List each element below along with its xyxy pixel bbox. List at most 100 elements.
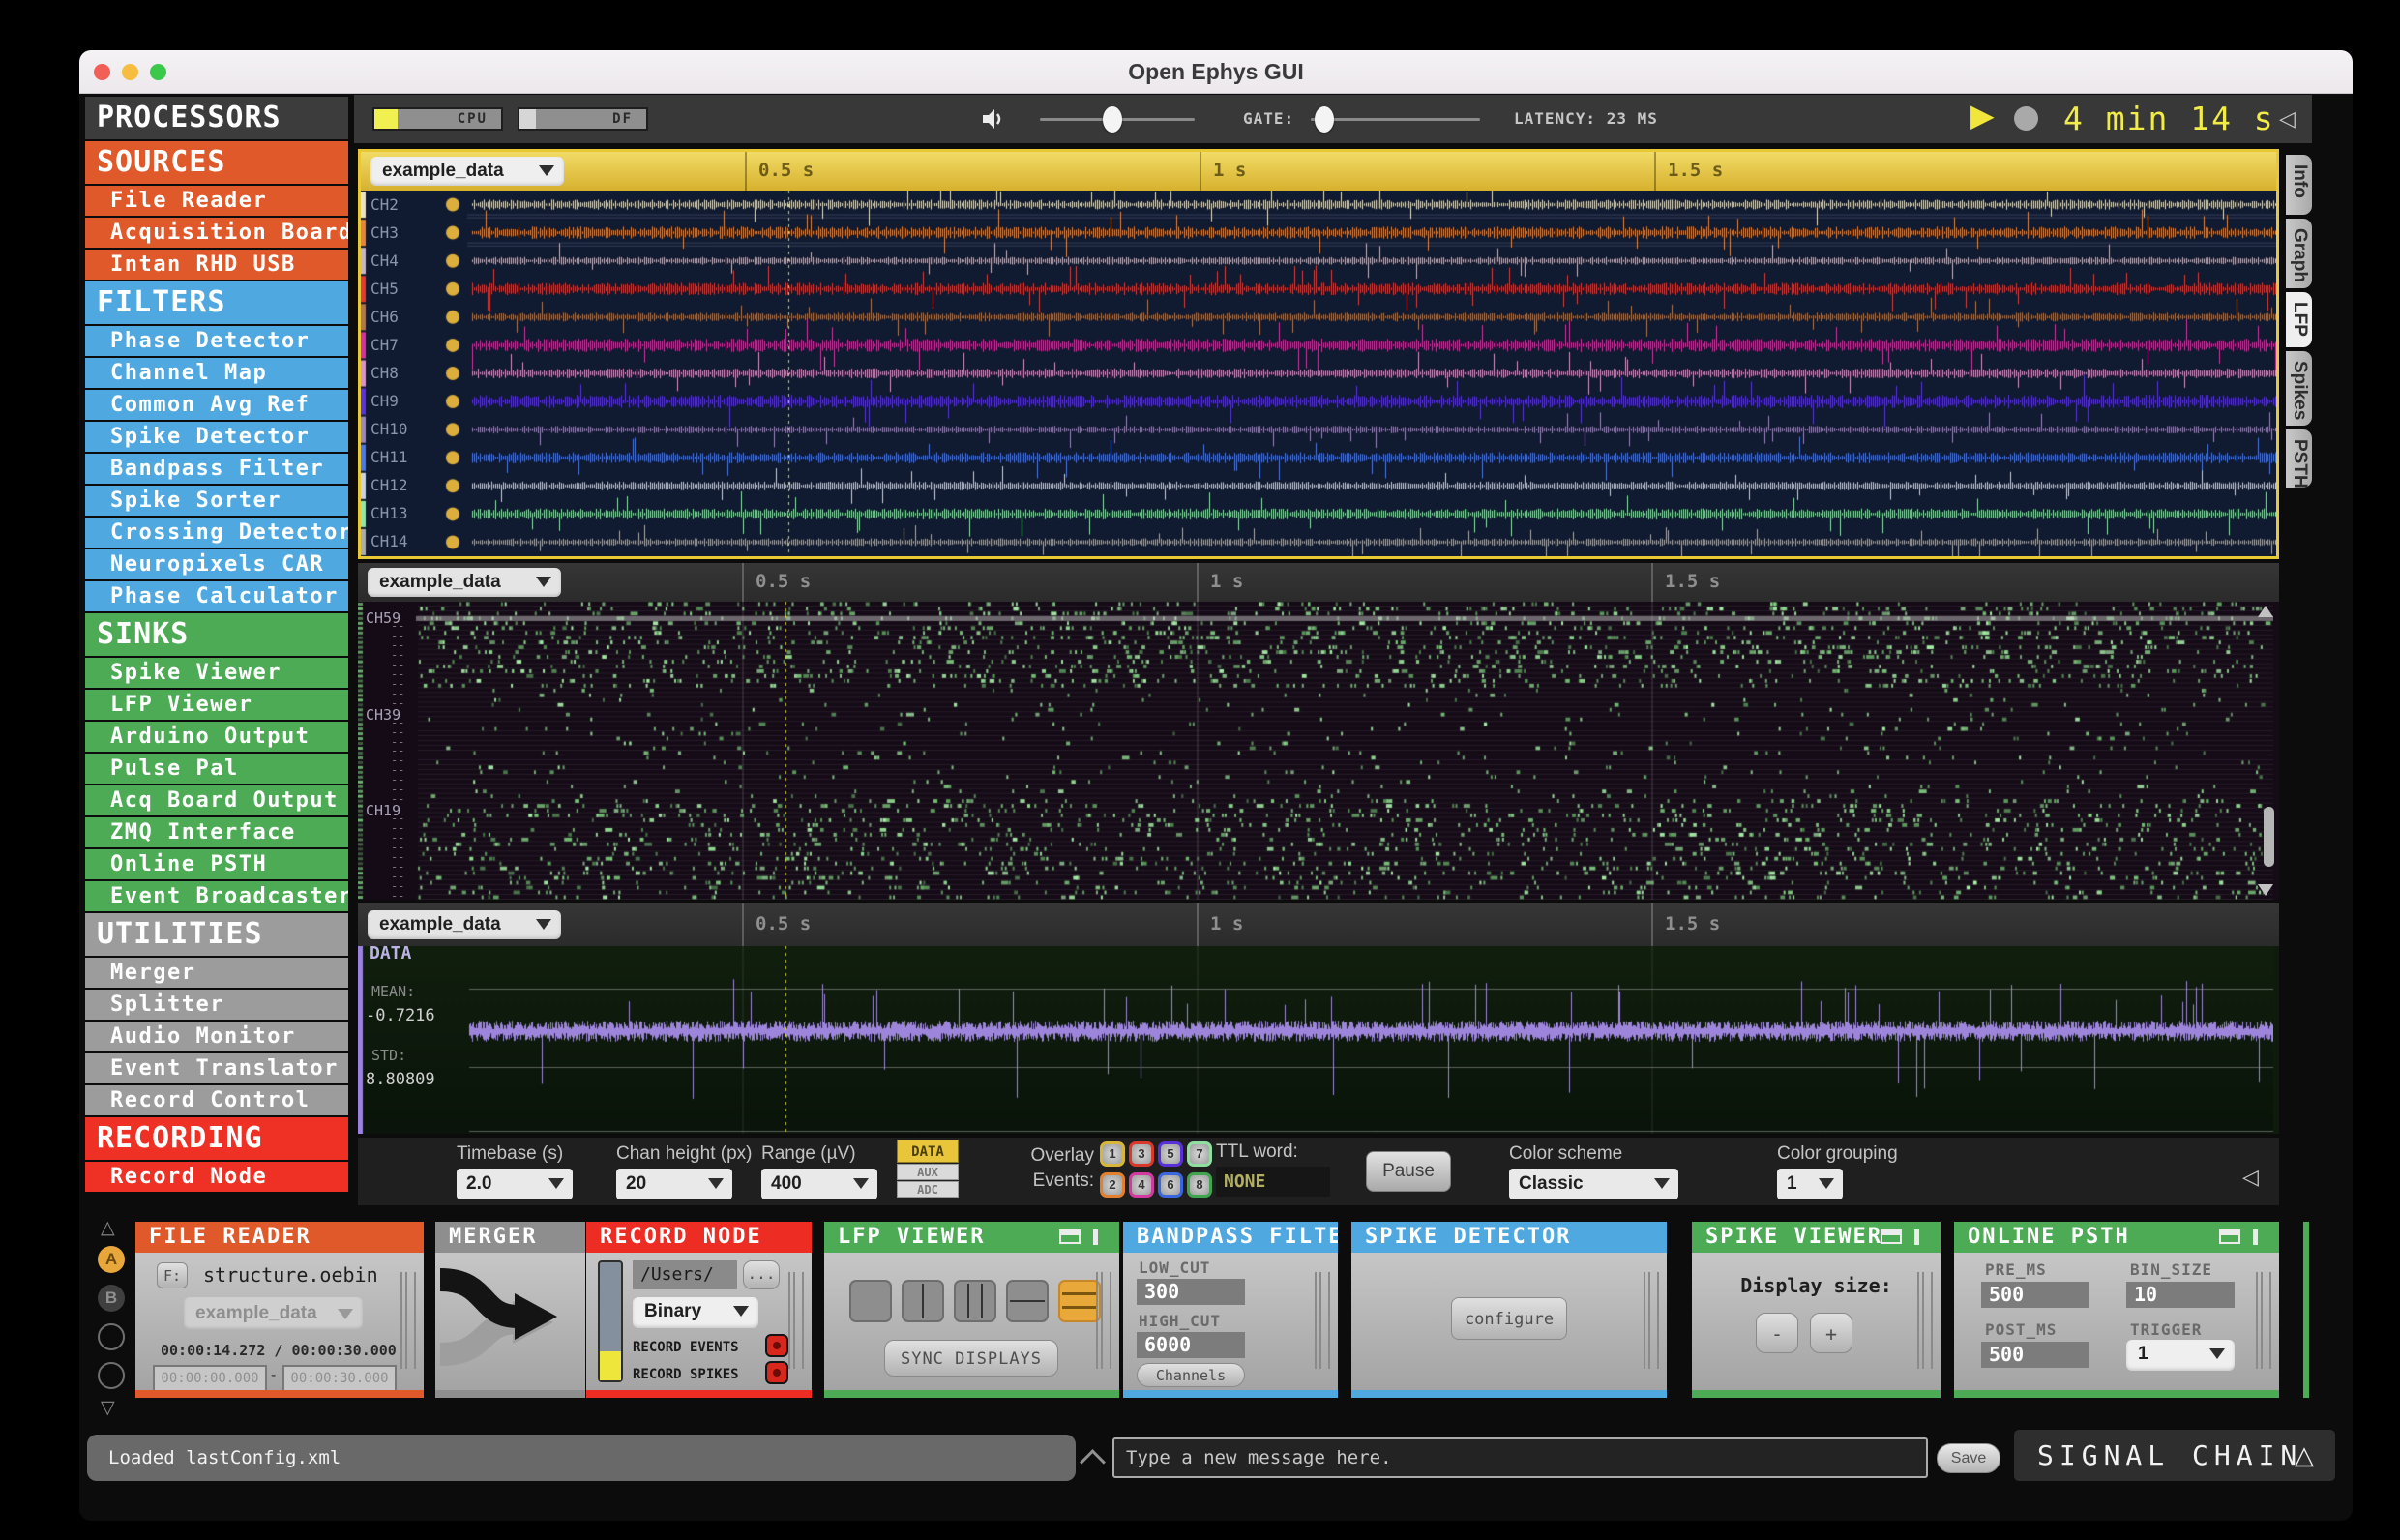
module-file-reader[interactable]: FILE READER F: structure.oebin example_d… bbox=[135, 1222, 424, 1398]
record-button[interactable] bbox=[2014, 106, 2038, 131]
sidebar-item-event-translator[interactable]: Event Translator bbox=[85, 1053, 348, 1083]
sidebar-item-splitter[interactable]: Splitter bbox=[85, 990, 348, 1020]
pause-button[interactable]: Pause bbox=[1366, 1151, 1451, 1192]
pin-icon[interactable] bbox=[1093, 1229, 1098, 1245]
tab-spikes[interactable]: Spikes bbox=[2286, 351, 2312, 426]
module-drag-handle[interactable] bbox=[2256, 1272, 2271, 1369]
sidebar-item-record-control[interactable]: Record Control bbox=[85, 1085, 348, 1115]
file-select-button[interactable]: F: bbox=[157, 1262, 188, 1288]
overlay-event-button-2[interactable]: 2 bbox=[1100, 1172, 1125, 1198]
sidebar-item-spike-viewer[interactable]: Spike Viewer bbox=[85, 658, 348, 688]
collapse-clock-icon[interactable]: ◁ bbox=[2279, 106, 2296, 132]
sidebar-item-acq-board-output[interactable]: Acq Board Output bbox=[85, 785, 348, 815]
sidebar-item-crossing-detector[interactable]: Crossing Detector bbox=[85, 518, 348, 548]
sidebar-item-zmq-interface[interactable]: ZMQ Interface bbox=[85, 817, 348, 847]
gate-slider-thumb[interactable] bbox=[1315, 106, 1334, 133]
layout-three-col-button[interactable] bbox=[954, 1280, 996, 1322]
volume-slider[interactable] bbox=[1040, 106, 1195, 133]
gate-slider[interactable] bbox=[1311, 106, 1480, 133]
sidebar-item-merger[interactable]: Merger bbox=[85, 958, 348, 988]
module-merger[interactable]: MERGER bbox=[435, 1222, 585, 1398]
pin-icon[interactable] bbox=[1914, 1229, 1919, 1245]
scroll-up-icon[interactable] bbox=[2258, 606, 2273, 617]
module-drag-handle[interactable] bbox=[1096, 1272, 1111, 1369]
module-spike-detector[interactable]: SPIKE DETECTOR configure bbox=[1351, 1222, 1667, 1398]
audio-source-select[interactable]: example_data bbox=[368, 910, 561, 939]
raster-scrollbar-thumb[interactable] bbox=[2264, 807, 2274, 867]
chain-scroll-down-icon[interactable]: ▽ bbox=[101, 1397, 115, 1419]
sidebar-item-bandpass-filter[interactable]: Bandpass Filter bbox=[85, 454, 348, 484]
sidebar-item-pulse-pal[interactable]: Pulse Pal bbox=[85, 754, 348, 784]
overlay-event-button-4[interactable]: 4 bbox=[1129, 1172, 1154, 1198]
overlay-event-button-8[interactable]: 8 bbox=[1187, 1172, 1212, 1198]
record-events-toggle[interactable] bbox=[765, 1334, 788, 1357]
chan-height-select[interactable]: 20 bbox=[616, 1169, 732, 1199]
pre-ms-field[interactable]: 500 bbox=[1981, 1282, 2089, 1308]
layout-three-row-button-selected[interactable] bbox=[1058, 1280, 1101, 1322]
play-button[interactable]: ▶ bbox=[1970, 97, 1995, 133]
browse-button[interactable]: ... bbox=[743, 1260, 780, 1289]
sidebar-item-audio-monitor[interactable]: Audio Monitor bbox=[85, 1022, 348, 1051]
color-grouping-select[interactable]: 1 bbox=[1777, 1169, 1843, 1199]
post-ms-field[interactable]: 500 bbox=[1981, 1342, 2089, 1368]
chain-tab-empty[interactable] bbox=[98, 1362, 125, 1389]
collapse-options-icon[interactable]: ◁ bbox=[2242, 1165, 2259, 1190]
module-drag-handle[interactable] bbox=[788, 1272, 804, 1369]
layout-two-col-button[interactable] bbox=[902, 1280, 944, 1322]
window-icon[interactable] bbox=[1881, 1229, 1902, 1244]
raster-source-select[interactable]: example_data bbox=[368, 568, 561, 597]
signal-chain-toggle[interactable]: SIGNAL CHAIN △ bbox=[2014, 1430, 2335, 1481]
volume-slider-thumb[interactable] bbox=[1103, 106, 1122, 133]
layout-two-row-button[interactable] bbox=[1006, 1280, 1049, 1322]
sidebar-item-common-avg-ref[interactable]: Common Avg Ref bbox=[85, 390, 348, 420]
sidebar-item-acquisition-board[interactable]: Acquisition Board bbox=[85, 218, 348, 248]
start-time-field[interactable]: 00:00:00.000 bbox=[153, 1365, 267, 1392]
save-message-button[interactable]: Save bbox=[1937, 1443, 2000, 1473]
bin-size-field[interactable]: 10 bbox=[2126, 1282, 2235, 1308]
module-lfp-viewer[interactable]: LFP VIEWER SYNC DISPLAYS bbox=[824, 1222, 1119, 1398]
sidebar-item-arduino-output[interactable]: Arduino Output bbox=[85, 722, 348, 752]
tab-graph[interactable]: Graph bbox=[2286, 219, 2312, 288]
display-size-plus-button[interactable]: + bbox=[1810, 1313, 1852, 1353]
sidebar-item-record-node[interactable]: Record Node bbox=[85, 1162, 348, 1192]
record-path-field[interactable]: /Users/ bbox=[633, 1260, 737, 1289]
overlay-event-button-1[interactable]: 1 bbox=[1100, 1141, 1125, 1167]
color-scheme-select[interactable]: Classic bbox=[1509, 1169, 1678, 1199]
lfp-source-select[interactable]: example_data bbox=[370, 157, 564, 186]
module-online-psth[interactable]: ONLINE PSTH PRE_MS 500 BIN_SIZE 10 POST_… bbox=[1954, 1222, 2279, 1398]
tab-psth[interactable]: PSTH bbox=[2286, 429, 2312, 489]
sidebar-item-lfp-viewer[interactable]: LFP Viewer bbox=[85, 690, 348, 720]
window-icon[interactable] bbox=[1059, 1229, 1081, 1244]
module-drag-handle[interactable] bbox=[1917, 1272, 1933, 1369]
chain-tab-empty[interactable] bbox=[98, 1323, 125, 1350]
module-bandpass-filter[interactable]: BANDPASS FILTER LOW_CUT 300 HIGH_CUT 600… bbox=[1123, 1222, 1338, 1398]
timebase-select[interactable]: 2.0 bbox=[457, 1169, 573, 1199]
expand-console-icon[interactable] bbox=[1080, 1449, 1106, 1475]
high-cut-field[interactable]: 6000 bbox=[1137, 1332, 1245, 1358]
sync-displays-button[interactable]: SYNC DISPLAYS bbox=[884, 1340, 1058, 1377]
overlay-event-button-7[interactable]: 7 bbox=[1187, 1141, 1212, 1167]
record-spikes-toggle[interactable] bbox=[765, 1361, 788, 1384]
end-time-field[interactable]: 00:00:30.000 bbox=[282, 1365, 397, 1392]
chain-tab-a[interactable]: A bbox=[98, 1246, 125, 1273]
overlay-event-button-3[interactable]: 3 bbox=[1129, 1141, 1154, 1167]
window-icon[interactable] bbox=[2219, 1229, 2240, 1244]
record-engine-select[interactable]: Binary bbox=[633, 1297, 758, 1328]
sidebar-item-spike-detector[interactable]: Spike Detector bbox=[85, 422, 348, 452]
message-input[interactable] bbox=[1112, 1437, 1928, 1478]
sidebar-item-online-psth[interactable]: Online PSTH bbox=[85, 849, 348, 879]
sidebar-item-intan-rhd-usb[interactable]: Intan RHD USB bbox=[85, 250, 348, 280]
dataset-select[interactable]: example_data bbox=[184, 1297, 363, 1330]
sidebar-item-phase-detector[interactable]: Phase Detector bbox=[85, 326, 348, 356]
pin-icon[interactable] bbox=[2253, 1229, 2258, 1245]
data-stream-button[interactable]: DATA bbox=[897, 1140, 959, 1163]
sidebar-item-neuropixels-car[interactable]: Neuropixels CAR bbox=[85, 549, 348, 579]
module-record-node[interactable]: RECORD NODE /Users/ ... Binary RECORD EV… bbox=[586, 1222, 812, 1398]
sidebar-item-file-reader[interactable]: File Reader bbox=[85, 186, 348, 216]
display-size-minus-button[interactable]: - bbox=[1756, 1313, 1798, 1353]
sidebar-item-spike-sorter[interactable]: Spike Sorter bbox=[85, 486, 348, 516]
tab-info[interactable]: Info bbox=[2286, 155, 2312, 215]
chain-tab-b[interactable]: B bbox=[98, 1285, 125, 1312]
overlay-event-button-5[interactable]: 5 bbox=[1158, 1141, 1183, 1167]
scroll-down-icon[interactable] bbox=[2258, 884, 2273, 896]
